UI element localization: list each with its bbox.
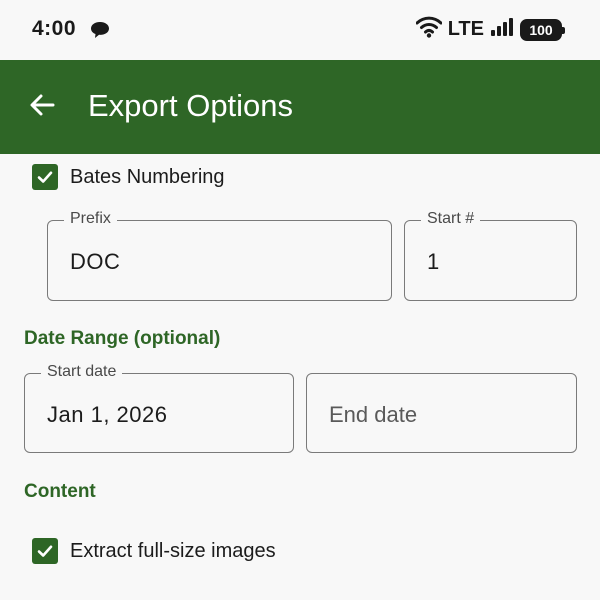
- wifi-icon: [415, 16, 443, 43]
- start-date-label: Start date: [41, 363, 123, 381]
- prefix-value: DOC: [70, 249, 121, 274]
- checkbox-checked-icon: [32, 164, 58, 190]
- network-type: LTE: [447, 18, 484, 40]
- start-number-label: Start #: [421, 210, 481, 228]
- status-bar: 4:00 LTE 100: [0, 0, 600, 60]
- end-date-field[interactable]: End date: [306, 373, 577, 453]
- page-title: Export Options: [88, 88, 294, 123]
- battery-icon: 100: [520, 18, 565, 41]
- signal-icon: [490, 17, 514, 42]
- bates-numbering-label: Bates Numbering: [70, 165, 225, 188]
- app-bar: Export Options: [0, 60, 600, 154]
- start-date-field[interactable]: Start date Jan 1, 2026: [24, 363, 294, 453]
- status-time: 4:00: [32, 17, 77, 40]
- bates-numbering-checkbox[interactable]: Bates Numbering: [32, 164, 225, 190]
- start-number-value: 1: [427, 249, 440, 274]
- status-indicators: LTE 100: [410, 16, 565, 43]
- start-date-value: Jan 1, 2026: [47, 402, 168, 427]
- checkbox-checked-icon: [32, 538, 58, 564]
- end-date-placeholder: End date: [329, 402, 418, 427]
- extract-images-label: Extract full-size images: [70, 539, 276, 562]
- message-bubble-icon: [90, 20, 110, 45]
- extract-images-checkbox[interactable]: Extract full-size images: [32, 538, 276, 564]
- content-heading: Content: [24, 481, 96, 502]
- prefix-field[interactable]: Prefix DOC: [47, 210, 392, 301]
- battery-level: 100: [529, 21, 553, 38]
- back-button[interactable]: [20, 82, 64, 132]
- prefix-label: Prefix: [64, 210, 117, 228]
- start-number-field[interactable]: Start # 1: [404, 210, 577, 301]
- date-range-heading: Date Range (optional): [24, 328, 221, 349]
- arrow-back-icon: [28, 91, 56, 124]
